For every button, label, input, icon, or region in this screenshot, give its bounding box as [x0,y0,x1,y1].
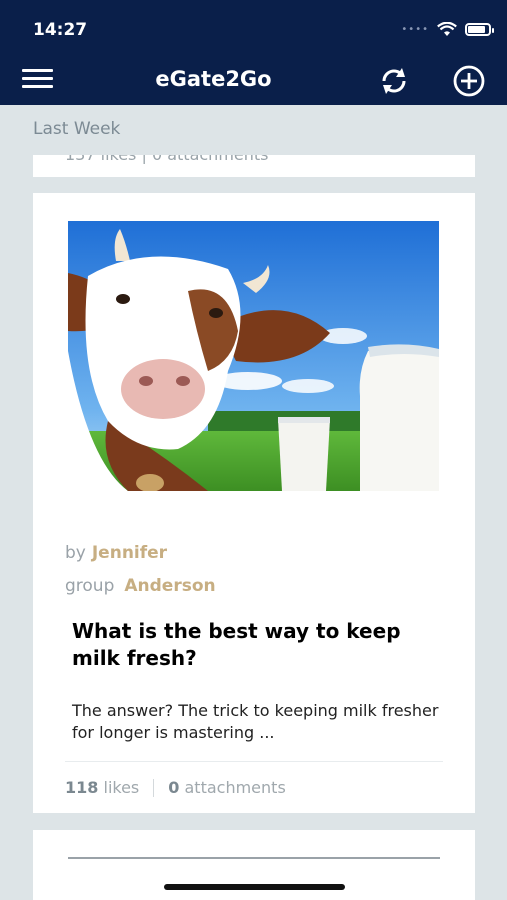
post-image[interactable] [68,221,439,491]
signal-icon: •••• [401,24,429,35]
stats-separator [153,778,155,797]
next-card-image-edge [68,857,440,859]
post-author[interactable]: Jennifer [92,543,167,563]
attachments-stat[interactable]: 0 attachments [168,778,286,797]
refresh-icon[interactable] [377,64,411,98]
previous-post-card[interactable]: 137 likes | 0 attachments [33,155,475,177]
post-group[interactable]: Anderson [124,576,215,596]
post-card[interactable]: by Jennifer group Anderson What is the bes… [33,193,475,813]
previous-post-meta: 137 likes | 0 attachments [65,155,269,164]
post-stats: 118 likes 0 attachments [65,778,286,797]
app-title: eGate2Go [155,67,272,91]
status-icons: •••• [401,22,494,37]
status-time: 14:27 [33,20,88,40]
by-label: by [65,543,86,563]
group-label: group [65,576,115,596]
section-label: Last Week [33,119,121,139]
likes-stat[interactable]: 118 likes [65,778,139,797]
attachments-count: 0 [168,778,180,797]
card-divider [65,761,443,762]
post-title[interactable]: What is the best way to keep milk fresh? [72,618,442,672]
battery-icon [465,23,494,36]
likes-label: likes [103,778,140,797]
post-excerpt: The answer? The trick to keeping milk fr… [72,701,439,742]
post-group-line: group Anderson [65,576,216,596]
app-header: 14:27 •••• eGate2Go [0,0,507,105]
wifi-icon [437,22,457,36]
home-indicator[interactable] [164,884,345,890]
post-author-line: by Jennifer [65,543,167,563]
likes-count: 118 [65,778,99,797]
attachments-label: attachments [184,778,286,797]
add-circle-icon[interactable] [452,64,486,98]
